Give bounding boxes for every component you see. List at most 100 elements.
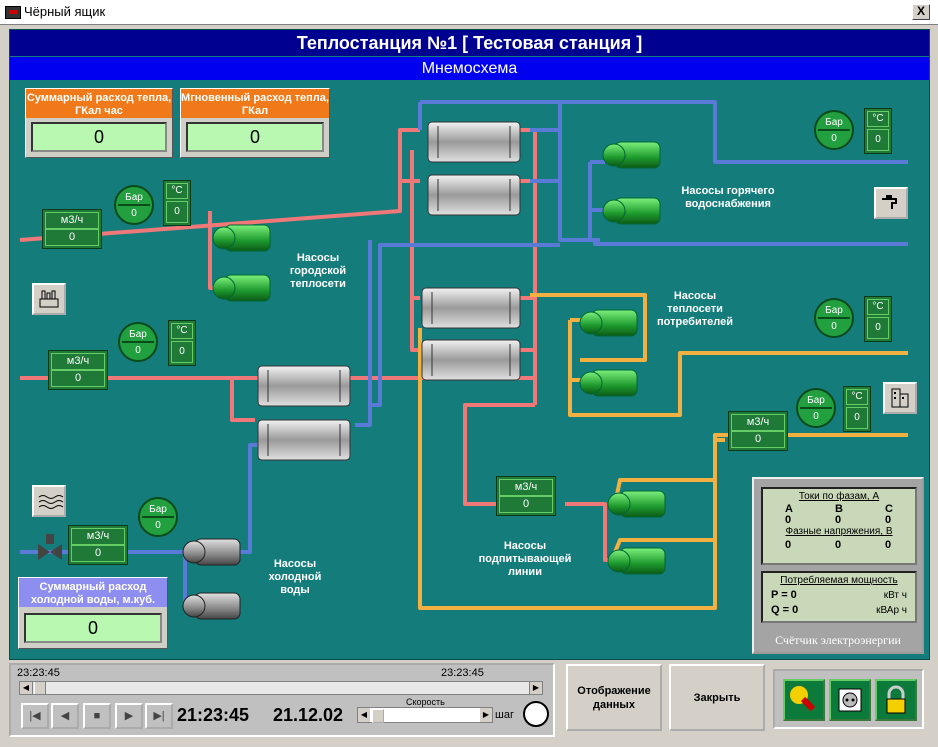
heat-total-panel: Суммарный расход тепла, ГКал час 0 — [25, 88, 173, 158]
cold-water-total-panel: Суммарный расход холодной воды, м.куб. 0 — [18, 577, 168, 649]
pressure-unit: Бар — [129, 329, 147, 340]
pressure-value: 0 — [131, 208, 137, 219]
scroll-left-button[interactable]: ◀ — [20, 682, 33, 694]
close-button[interactable]: Закрыть — [669, 664, 765, 731]
flow-value: 0 — [499, 496, 553, 513]
temp-value: 0 — [846, 407, 868, 429]
prev-frame-button[interactable]: ◀ — [51, 703, 79, 729]
flow-meter-mid: м3/ч 0 — [48, 350, 108, 390]
pressure-unit: Бар — [125, 192, 143, 203]
voltage-title: Фазные напряжения, В — [785, 526, 893, 537]
factory-icon[interactable] — [32, 283, 66, 315]
speed-right-button[interactable]: ▶ — [480, 708, 492, 722]
pumps — [182, 141, 666, 620]
temp-indicator-consumers: °С 0 — [864, 296, 892, 342]
temp-value: 0 — [166, 201, 188, 223]
flow-value: 0 — [731, 431, 785, 448]
temp-unit: °С — [846, 389, 868, 405]
pressure-unit: Бар — [807, 395, 825, 406]
pressure-gauge-consumers: Бар 0 — [814, 298, 854, 338]
first-frame-button[interactable]: |◀ — [21, 703, 49, 729]
timeline-scrollbar[interactable]: ◀ ▶ — [19, 681, 543, 695]
temp-unit: °С — [867, 299, 889, 315]
flow-meter-right: м3/ч 0 — [728, 411, 788, 451]
pressure-value: 0 — [813, 411, 819, 422]
flow-unit: м3/ч — [71, 528, 125, 545]
app-icon — [5, 6, 21, 19]
speed-thumb[interactable] — [372, 709, 384, 723]
temp-value: 0 — [171, 341, 193, 363]
pressure-gauge-right: Бар 0 — [796, 388, 836, 428]
flow-unit: м3/ч — [45, 212, 99, 229]
flow-unit: м3/ч — [499, 479, 553, 496]
heat-instant-panel: Мгновенный расход тепла, ГКал 0 — [180, 88, 330, 158]
window-titlebar: Чёрный ящик X — [0, 0, 938, 25]
temp-indicator-right: °С 0 — [843, 386, 871, 432]
temp-indicator-mid: °С 0 — [168, 320, 196, 366]
voltage-c: 0 — [885, 539, 892, 551]
play-button[interactable]: ▶ — [115, 703, 143, 729]
active-power: P = 0 — [771, 589, 797, 601]
current-b: 0 — [835, 514, 842, 526]
power-socket-icon[interactable] — [829, 679, 871, 721]
pressure-value: 0 — [155, 520, 161, 531]
playback-clock: 21:23:45 — [177, 705, 250, 725]
building-icon[interactable] — [883, 382, 917, 414]
faucet-icon[interactable] — [874, 187, 908, 219]
label-pumps-makeup: Насосы подпитывающей линии — [478, 540, 572, 578]
temp-indicator-city: °С 0 — [163, 180, 191, 226]
power-display: Потребляемая мощность P = 0 кВт ч Q = 0 … — [761, 571, 917, 623]
connection-icon[interactable] — [783, 679, 825, 721]
pressure-unit: Бар — [825, 117, 843, 128]
window-title: Чёрный ящик — [24, 4, 106, 19]
cold-water-total-title: Суммарный расход холодной воды, м.куб. — [19, 578, 167, 607]
water-waves-icon[interactable] — [32, 485, 66, 517]
pressure-gauge-hot: Бар 0 — [814, 110, 854, 150]
temp-unit: °С — [171, 323, 193, 339]
pressure-gauge-mid: Бар 0 — [118, 322, 158, 362]
step-label: шаг — [495, 709, 514, 721]
playback-date: 21.12.02 — [273, 705, 344, 725]
scroll-right-button[interactable]: ▶ — [529, 682, 542, 694]
valve-icon — [38, 534, 62, 560]
reactive-power-unit: кВАр ч — [876, 605, 907, 616]
pressure-value: 0 — [135, 345, 141, 356]
voltage-b: 0 — [835, 539, 842, 551]
close-window-button[interactable]: X — [912, 4, 930, 20]
label-pumps-city: Насосы городской теплосети — [289, 252, 347, 290]
flow-meter-cold: м3/ч 0 — [68, 525, 128, 565]
energy-meter-caption: Счётчик электроэнергии — [775, 633, 901, 647]
temp-indicator-hot: °С 0 — [864, 108, 892, 154]
lock-icon[interactable] — [875, 679, 917, 721]
stopwatch-icon[interactable] — [523, 701, 549, 727]
heat-total-value: 0 — [31, 122, 167, 152]
temp-value: 0 — [867, 129, 889, 151]
speed-slider[interactable]: ◀ ▶ — [357, 707, 493, 723]
label-pumps-hot: Насосы горячего водоснабжения — [681, 185, 775, 210]
pressure-unit: Бар — [149, 504, 167, 515]
flow-unit: м3/ч — [731, 414, 785, 431]
heat-exchangers — [257, 121, 521, 461]
cold-water-total-value: 0 — [24, 613, 162, 643]
phase-currents-display: Токи по фазам, А A B C 0 0 0 Фазные напр… — [761, 487, 917, 565]
mnemonic-scheme: Теплостанция №1 [ Тестовая станция ] Мне… — [9, 29, 930, 660]
current-a: 0 — [785, 514, 792, 526]
flow-unit: м3/ч — [51, 353, 105, 370]
speed-left-button[interactable]: ◀ — [358, 708, 370, 722]
flow-value: 0 — [71, 545, 125, 562]
label-pumps-cold: Насосы холодной воды — [268, 558, 322, 596]
stop-button[interactable]: ■ — [83, 703, 111, 729]
speed-label: Скорость — [406, 697, 445, 707]
display-data-button[interactable]: Отображение данных — [566, 664, 662, 731]
flow-meter-city: м3/ч 0 — [42, 209, 102, 249]
scroll-thumb[interactable] — [34, 682, 46, 694]
heat-total-title: Суммарный расход тепла, ГКал час — [26, 89, 172, 118]
heat-instant-title: Мгновенный расход тепла, ГКал — [181, 89, 329, 118]
label-pumps-consumers: Насосы теплосети потребителей — [657, 290, 733, 328]
time-end: 23:23:45 — [441, 667, 484, 679]
last-frame-button[interactable]: ▶| — [145, 703, 173, 729]
pressure-unit: Бар — [825, 305, 843, 316]
pressure-gauge-cold: Бар 0 — [138, 497, 178, 537]
flow-value: 0 — [51, 370, 105, 387]
voltage-a: 0 — [785, 539, 792, 551]
